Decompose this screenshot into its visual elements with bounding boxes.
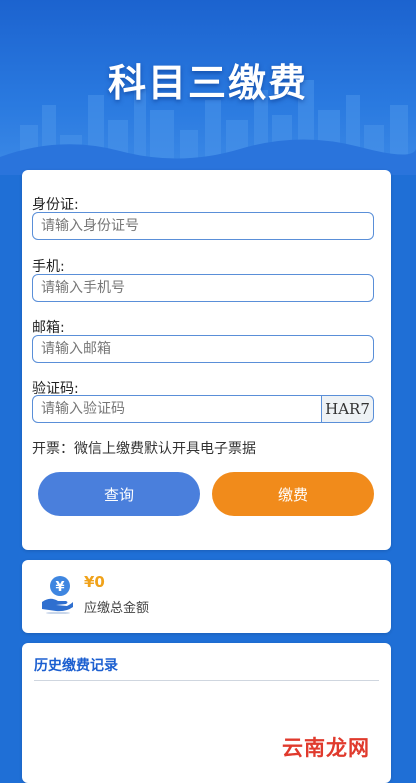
captcha-image[interactable]: HAR7 — [322, 395, 374, 423]
email-label: 邮箱: — [32, 320, 65, 336]
phone-label: 手机: — [32, 259, 65, 275]
phone-input[interactable] — [32, 274, 374, 302]
captcha-input[interactable] — [32, 395, 322, 423]
payment-form-card: 身份证: 手机: 邮箱: 验证码: HAR7 开票：微信上缴费默认开具电子票据 … — [22, 170, 391, 550]
svg-text:¥: ¥ — [55, 580, 64, 595]
pay-button[interactable]: 缴费 — [212, 472, 374, 516]
query-button[interactable]: 查询 — [38, 472, 200, 516]
email-input[interactable] — [32, 335, 374, 363]
hand-coin-icon: ¥ — [42, 576, 73, 614]
history-card: 历史缴费记录 — [22, 643, 391, 783]
watermark-logo: 云南龙网 — [282, 736, 370, 760]
amount-value: ¥0 — [84, 573, 105, 591]
amount-card: ¥ ¥0 应缴总金额 — [22, 560, 391, 633]
amount-label: 应缴总金额 — [84, 601, 150, 616]
history-title: 历史缴费记录 — [34, 658, 118, 674]
invoice-note: 开票：微信上缴费默认开具电子票据 — [32, 441, 256, 457]
divider — [34, 680, 379, 681]
id-label: 身份证: — [32, 197, 79, 213]
id-number-input[interactable] — [32, 212, 374, 240]
header-banner: 科目三缴费 — [0, 0, 416, 175]
page-title: 科目三缴费 — [107, 61, 308, 105]
